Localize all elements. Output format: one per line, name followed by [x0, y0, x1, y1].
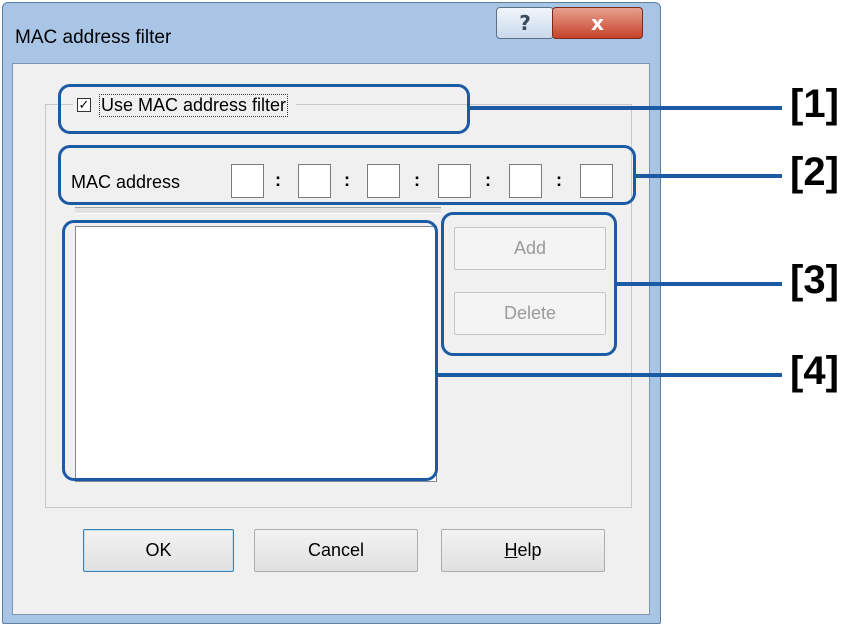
callout-leader-2: [636, 174, 782, 178]
callout-leader-4: [438, 373, 782, 377]
title-help-button[interactable]: ?: [496, 7, 554, 39]
callout-leader-3: [617, 282, 782, 286]
cancel-button[interactable]: Cancel: [254, 529, 418, 572]
window-title: MAC address filter: [15, 27, 172, 48]
help-mnemonic: H: [504, 540, 518, 560]
callout-box-2: [58, 145, 636, 205]
annotation-label-4: [4]: [790, 349, 839, 393]
callout-box-4: [62, 220, 438, 481]
help-button[interactable]: Help: [441, 529, 605, 572]
annotation-label-3: [3]: [790, 258, 839, 302]
help-label: elp: [517, 540, 542, 560]
callout-box-3: [441, 212, 617, 356]
close-icon: x: [591, 11, 604, 35]
annotation-label-2: [2]: [790, 150, 839, 194]
annotation-label-1: [1]: [790, 82, 839, 126]
question-mark-icon: ?: [519, 11, 531, 35]
separator-line: [75, 207, 441, 214]
ok-button[interactable]: OK: [83, 529, 234, 572]
title-bar: MAC address filter ? x: [3, 3, 660, 63]
callout-box-1: [58, 84, 470, 134]
title-close-button[interactable]: x: [552, 7, 643, 39]
callout-leader-1: [470, 106, 782, 110]
